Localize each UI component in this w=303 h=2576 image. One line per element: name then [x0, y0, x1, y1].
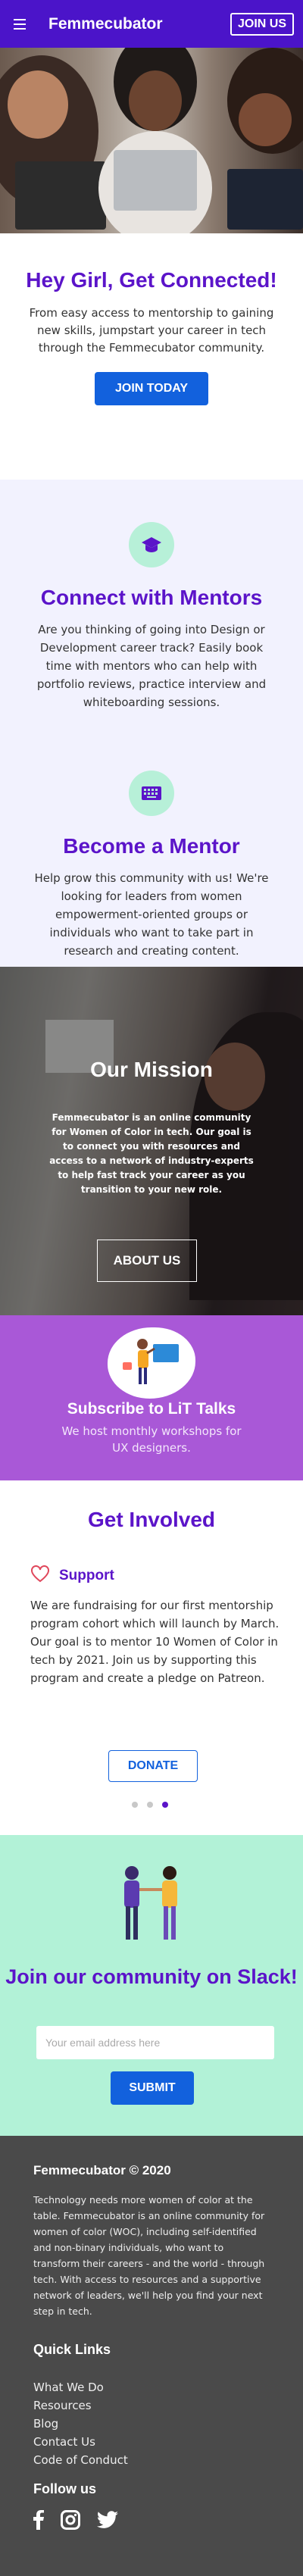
connect-mentors-text: Are you thinking of going into Design or… — [36, 623, 267, 709]
hamburger-menu-icon[interactable] — [9, 12, 33, 36]
carousel-dot-active[interactable] — [162, 1802, 168, 1808]
support-label: Support — [59, 1568, 114, 1583]
carousel-dots — [132, 1802, 168, 1808]
get-involved-section: Get Involved Support We are fundraising … — [0, 1480, 303, 1835]
join-us-button[interactable]: JOIN US — [230, 12, 294, 36]
social-links — [33, 2510, 118, 2533]
top-nav: Femmecubator JOIN US — [0, 0, 303, 48]
carousel-dot[interactable] — [132, 1802, 138, 1808]
about-us-button[interactable]: ABOUT US — [97, 1240, 197, 1282]
footer: Femmecubator © 2020 Technology needs mor… — [0, 2136, 303, 2576]
become-mentor-block: Become a Mentor Help grow this community… — [0, 771, 303, 960]
presenter-illustration — [108, 1327, 195, 1399]
support-heading: Support — [30, 1565, 114, 1587]
mission-section: Our Mission Femmecubator is an online co… — [0, 967, 303, 1315]
keyboard-icon — [129, 771, 174, 816]
facebook-icon[interactable] — [33, 2510, 44, 2533]
footer-link-code-of-conduct[interactable]: Code of Conduct — [33, 2451, 128, 2469]
quick-links-list: What We Do Resources Blog Contact Us Cod… — [33, 2378, 128, 2469]
footer-link-resources[interactable]: Resources — [33, 2396, 128, 2415]
intro-title: Hey Girl, Get Connected! — [26, 268, 277, 292]
brand-logo[interactable]: Femmecubator — [48, 15, 230, 33]
get-involved-title: Get Involved — [87, 1508, 216, 1531]
slack-title: Join our community on Slack! — [5, 1965, 298, 1988]
mission-text: Femmecubator is an online community for … — [49, 1112, 254, 1195]
support-text: We are fundraising for our first mentors… — [30, 1599, 280, 1685]
graduation-cap-icon — [129, 522, 174, 567]
footer-copyright: Femmecubator © 2020 — [33, 2163, 171, 2177]
email-field[interactable] — [36, 2026, 274, 2059]
submit-button[interactable]: SUBMIT — [111, 2071, 194, 2105]
instagram-icon[interactable] — [61, 2510, 80, 2533]
heart-icon — [30, 1565, 50, 1587]
lit-talks-section[interactable]: Subscribe to LiT Talks We host monthly w… — [0, 1315, 303, 1480]
intro-text: From easy access to mentorship to gainin… — [29, 306, 274, 355]
intro-section: Hey Girl, Get Connected! From easy acces… — [0, 233, 303, 480]
hero-photo — [0, 48, 303, 233]
become-mentor-text: Help grow this community with us! We're … — [34, 871, 269, 958]
handshake-illustration — [105, 1862, 198, 1947]
lit-talks-title[interactable]: Subscribe to LiT Talks — [0, 1400, 303, 1418]
footer-link-what-we-do[interactable]: What We Do — [33, 2378, 128, 2396]
footer-link-blog[interactable]: Blog — [33, 2415, 128, 2433]
mission-title: Our Mission — [90, 1058, 213, 1081]
lit-talks-text: We host monthly workshops for UX designe… — [61, 1424, 242, 1455]
slack-signup-section: Join our community on Slack! SUBMIT — [0, 1835, 303, 2136]
footer-link-contact-us[interactable]: Contact Us — [33, 2433, 128, 2451]
follow-us-title: Follow us — [33, 2481, 96, 2496]
twitter-icon[interactable] — [96, 2511, 118, 2532]
join-today-button[interactable]: JOIN TODAY — [95, 372, 208, 405]
connect-mentors-title: Connect with Mentors — [40, 586, 263, 609]
connect-mentors-block: Connect with Mentors Are you thinking of… — [0, 522, 303, 711]
quick-links-title: Quick Links — [33, 2342, 111, 2357]
become-mentor-title: Become a Mentor — [63, 834, 240, 858]
mentorship-section: Connect with Mentors Are you thinking of… — [0, 480, 303, 967]
carousel-dot[interactable] — [147, 1802, 153, 1808]
footer-about-text: Technology needs more women of color at … — [33, 2194, 265, 2317]
donate-button[interactable]: DONATE — [108, 1750, 198, 1782]
